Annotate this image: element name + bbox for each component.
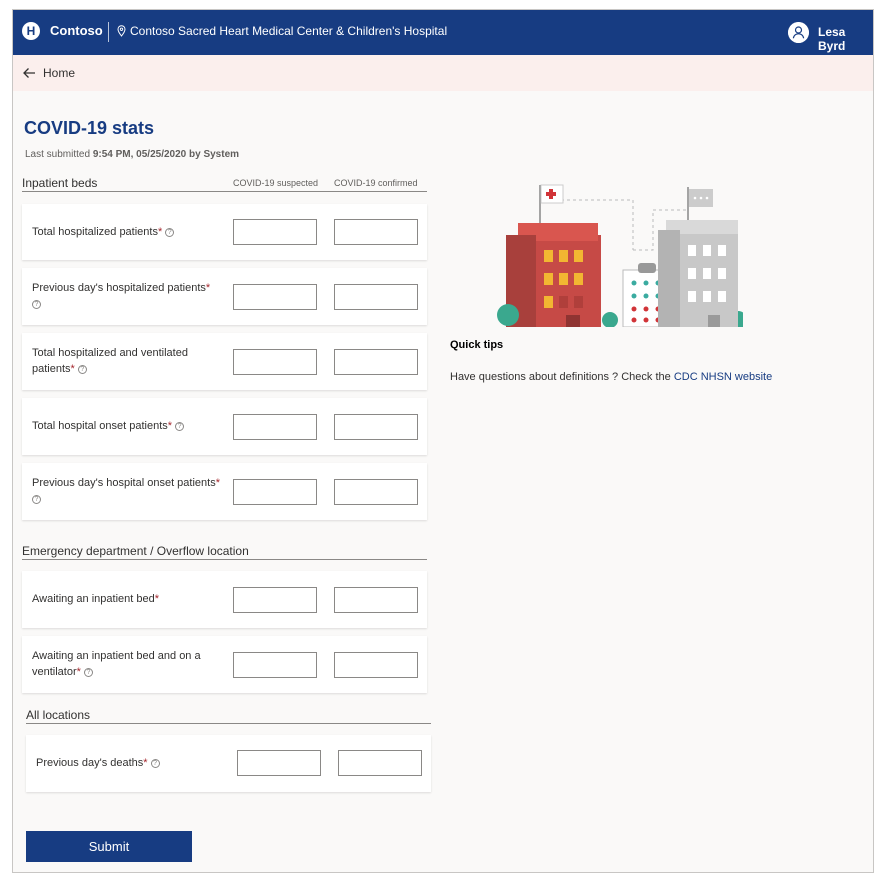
awaiting-ventilator-suspected-input[interactable] [233,652,317,678]
row-awaiting-bed-ventilator: Awaiting an inpatient bed and on a venti… [22,636,427,693]
awaiting-ventilator-confirmed-input[interactable] [334,652,418,678]
row-total-hospitalized: Total hospitalized patients*? [22,204,427,260]
user-avatar-icon[interactable] [788,22,809,43]
row-label: Awaiting an inpatient bed and on a venti… [32,650,201,678]
row-label: Previous day's hospital onset patients*? [32,477,220,504]
awaiting-bed-suspected-input[interactable] [233,587,317,613]
help-icon[interactable]: ? [165,227,175,237]
brand-name: Contoso [50,23,103,38]
section-all-locations: All locations [26,708,431,724]
help-icon[interactable]: ? [150,758,160,768]
previous-day-onset-confirmed-input[interactable] [334,479,418,505]
top-bar: H Contoso Contoso Sacred Heart Medical C… [13,10,873,55]
hospitalized-ventilated-suspected-input[interactable] [233,349,317,375]
row-hospitalized-ventilated: Total hospitalized and ventilated patien… [22,333,427,390]
quick-tips-text: Have questions about definitions ? Check… [450,371,773,383]
app-frame: H Contoso Contoso Sacred Heart Medical C… [12,9,874,873]
quick-tips-title: Quick tips [450,339,504,351]
last-submitted-label: Last submitted [25,149,91,160]
total-hospitalized-suspected-input[interactable] [233,219,317,245]
previous-day-onset-suspected-input[interactable] [233,479,317,505]
row-label: Previous day's hospitalized patients*? [32,282,211,309]
help-icon[interactable]: ? [83,667,93,677]
total-hospitalized-confirmed-input[interactable] [334,219,418,245]
row-awaiting-bed: Awaiting an inpatient bed* [22,571,427,628]
row-label: Total hospitalized patients*? [32,224,175,240]
breadcrumb-bar: Home [13,55,873,91]
deaths-confirmed-input[interactable] [338,750,422,776]
column-header-suspected: COVID-19 suspected [233,178,319,188]
awaiting-bed-confirmed-input[interactable] [334,587,418,613]
user-name[interactable]: Lesa Byrd [818,25,873,53]
page-title: COVID-19 stats [24,118,155,138]
hospital-onset-suspected-input[interactable] [233,414,317,440]
deaths-suspected-input[interactable] [237,750,321,776]
previous-day-hospitalized-suspected-input[interactable] [233,284,317,310]
last-submitted: Last submitted 9:54 PM, 05/25/2020 by Sy… [25,149,239,160]
hospital-location[interactable]: Contoso Sacred Heart Medical Center & Ch… [130,24,447,38]
header-divider [108,22,109,42]
row-label: Total hospital onset patients*? [32,418,185,434]
row-hospital-onset: Total hospital onset patients*? [22,398,427,455]
row-previous-day-hospitalized: Previous day's hospitalized patients*? [22,268,427,325]
hospital-onset-confirmed-input[interactable] [334,414,418,440]
row-label: Previous day's deaths*? [36,755,160,771]
help-icon[interactable]: ? [32,494,41,504]
hospital-buildings-illustration [497,184,743,327]
column-header-confirmed: COVID-19 confirmed [334,178,418,188]
row-label: Awaiting an inpatient bed* [32,593,160,605]
row-previous-day-hospital-onset: Previous day's hospital onset patients*? [22,463,427,520]
hospitalized-ventilated-confirmed-input[interactable] [334,349,418,375]
row-label: Total hospitalized and ventilated patien… [32,347,188,375]
help-icon[interactable]: ? [175,421,185,431]
row-previous-day-deaths: Previous day's deaths*? [26,735,431,792]
section-emergency-department: Emergency department / Overflow location [22,544,427,560]
back-arrow-icon[interactable] [22,67,36,79]
location-pin-icon [117,25,126,37]
previous-day-hospitalized-confirmed-input[interactable] [334,284,418,310]
submit-button[interactable]: Submit [26,831,192,862]
hospital-logo-icon: H [22,22,40,40]
home-link[interactable]: Home [43,66,75,80]
help-icon[interactable]: ? [77,364,87,374]
help-icon[interactable]: ? [32,299,41,309]
cdc-nhsn-link[interactable]: CDC NHSN website [674,371,772,383]
last-submitted-value: 9:54 PM, 05/25/2020 by System [92,149,240,160]
